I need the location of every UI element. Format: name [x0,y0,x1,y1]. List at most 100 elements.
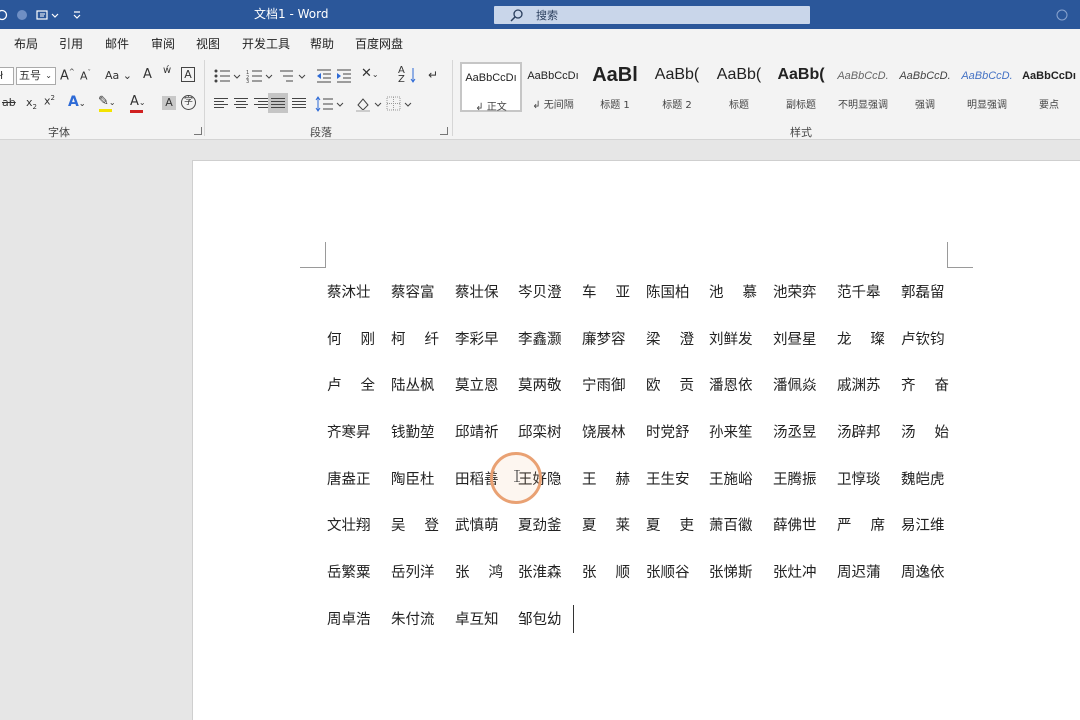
increase-indent-icon[interactable] [336,69,352,83]
tab-review[interactable]: 审阅 [151,35,175,52]
font-name-box[interactable]: ł [0,67,14,85]
style-subtitle[interactable]: AaBb( 副标题 [770,62,832,112]
document-page[interactable]: 蔡沐壮 蔡容富 蔡壮保 岑贝澄车亚陈国柏池慕池荣弈 范千皋 郭磊留何刚柯纤李彩早 李鑫灏 廉梦… [192,160,1080,720]
name-cell: 吴登 [391,514,439,535]
bullets-icon[interactable] [214,69,244,83]
change-case-button[interactable]: Aa ⌄ [105,69,132,82]
name-cell: 王赫 [582,468,630,489]
font-size-box[interactable]: 五号 ⌄ [16,67,56,85]
shrink-font-button[interactable]: Aˇ [80,69,91,83]
name-char: 龙 [837,332,852,348]
name-cell: 廉梦容 [582,332,626,348]
font-color-button[interactable]: A ⌄ [130,94,146,113]
style-title[interactable]: AaBb( 标题 [708,62,770,112]
superscript-button[interactable]: x2 [44,94,55,108]
align-center-icon[interactable] [234,98,248,110]
chinese-layout-button[interactable]: ✕⌄ [361,66,379,81]
align-left-icon[interactable] [214,98,228,110]
name-cell: 李鑫灏 [518,332,562,348]
name-cell: 卢钦钧 [901,332,945,348]
name-cell: 周卓浩 [327,612,371,628]
name-cell: 刘鲜发 [709,332,753,348]
name-char: 顺 [615,565,631,581]
decrease-indent-icon[interactable] [316,69,332,83]
tab-mailings[interactable]: 邮件 [105,35,129,52]
name-cell: 饶展林 [582,425,626,441]
name-cell: 时党舒 [646,425,690,441]
name-char: 齐 [901,378,916,394]
search-box[interactable]: 搜索 [494,6,810,24]
phonetic-guide-icon[interactable]: ẃ [163,65,171,76]
name-cell: 萧百徽 [709,518,753,534]
borders-icon[interactable] [386,96,414,112]
save-icon[interactable] [16,0,28,29]
name-cell: 卓互知 [455,612,499,628]
name-char: 梁 [646,332,661,348]
style-heading-2[interactable]: AaBb( 标题 2 [646,62,708,112]
customize-quick-access-icon[interactable] [72,0,82,29]
name-cell: 邱栾树 [518,425,562,441]
paragraph-group-label: 段落 [310,126,332,139]
name-char: 澄 [679,332,695,348]
enclose-characters-icon[interactable]: 字 [181,95,196,110]
name-cell: 周逸依 [901,565,945,581]
style-heading-1[interactable]: AaBl 标题 1 [584,62,646,112]
style-emphasis[interactable]: AaBbCcD. 强调 [894,62,956,112]
name-cell: 莫两敬 [518,378,562,394]
style-subtle-emphasis[interactable]: AaBbCcD. 不明显强调 [832,62,894,112]
style-intense-emphasis[interactable]: AaBbCcD. 明显强调 [956,62,1018,112]
search-icon [510,9,523,22]
show-formatting-marks-icon[interactable]: ↵ [428,68,438,82]
name-char: 慕 [742,285,758,301]
name-char: 柯 [391,332,406,348]
name-char: 莱 [615,518,631,534]
text-effects-button[interactable]: A⌄ [68,94,86,110]
tab-developer[interactable]: 开发工具 [242,35,290,52]
shading-icon[interactable] [355,96,383,112]
name-cell: 柯纤 [391,328,439,349]
name-cell: 张淮森 [518,565,562,581]
name-cell: 宁雨御 [582,378,626,394]
name-char: 全 [360,378,376,394]
justify-icon [271,98,285,110]
name-char: 登 [424,518,440,534]
strikethrough-button[interactable]: ab [2,96,16,109]
character-border-icon[interactable]: A [181,67,195,82]
align-right-icon[interactable] [254,98,268,110]
grow-font-button[interactable]: A^ [60,68,75,83]
style-normal[interactable]: AaBbCcDı ↲ 正文 [460,62,522,113]
name-char: 汤 [901,425,916,441]
numbering-icon[interactable]: 123 [246,69,276,83]
style-no-spacing[interactable]: AaBbCcDı ↲ 无间隔 [522,62,584,112]
name-char: 鸿 [488,565,504,581]
line-spacing-icon[interactable] [315,96,345,112]
subscript-button[interactable]: x2 [26,96,37,111]
name-char: 张 [582,565,597,581]
style-strong[interactable]: AaBbCcDı 要点 [1018,62,1080,112]
tab-layout[interactable]: 布局 [14,35,38,52]
name-cell: 武慎萌 [455,518,499,534]
highlight-color-button[interactable]: ✎ ⌄ [98,94,116,112]
name-cell: 池荣弈 [773,285,817,301]
sort-button[interactable]: AZ [398,66,405,85]
autosave-toggle[interactable] [0,0,8,29]
multilevel-list-icon[interactable] [279,69,309,83]
tab-help[interactable]: 帮助 [310,35,334,52]
clear-formatting-icon[interactable]: A [143,67,152,82]
distributed-icon[interactable] [292,98,306,110]
paragraph-dialog-launcher[interactable] [440,127,448,135]
margin-corner-top-right [947,242,973,268]
name-cell: 严席 [837,514,885,535]
name-char: 赫 [615,472,631,488]
name-cell: 孙来笙 [709,425,753,441]
name-cell: 岳繁粟 [327,565,371,581]
tab-baidu-netdisk[interactable]: 百度网盘 [355,35,403,52]
tab-references[interactable]: 引用 [59,35,83,52]
account-icon[interactable] [1056,0,1068,29]
character-shading-icon[interactable]: A [162,96,176,110]
name-cell: 夏吏 [646,514,694,535]
name-cell: 岑贝澄 [518,285,562,301]
touch-mode-icon[interactable] [36,0,60,29]
font-dialog-launcher[interactable] [194,127,202,135]
tab-view[interactable]: 视图 [196,35,220,52]
